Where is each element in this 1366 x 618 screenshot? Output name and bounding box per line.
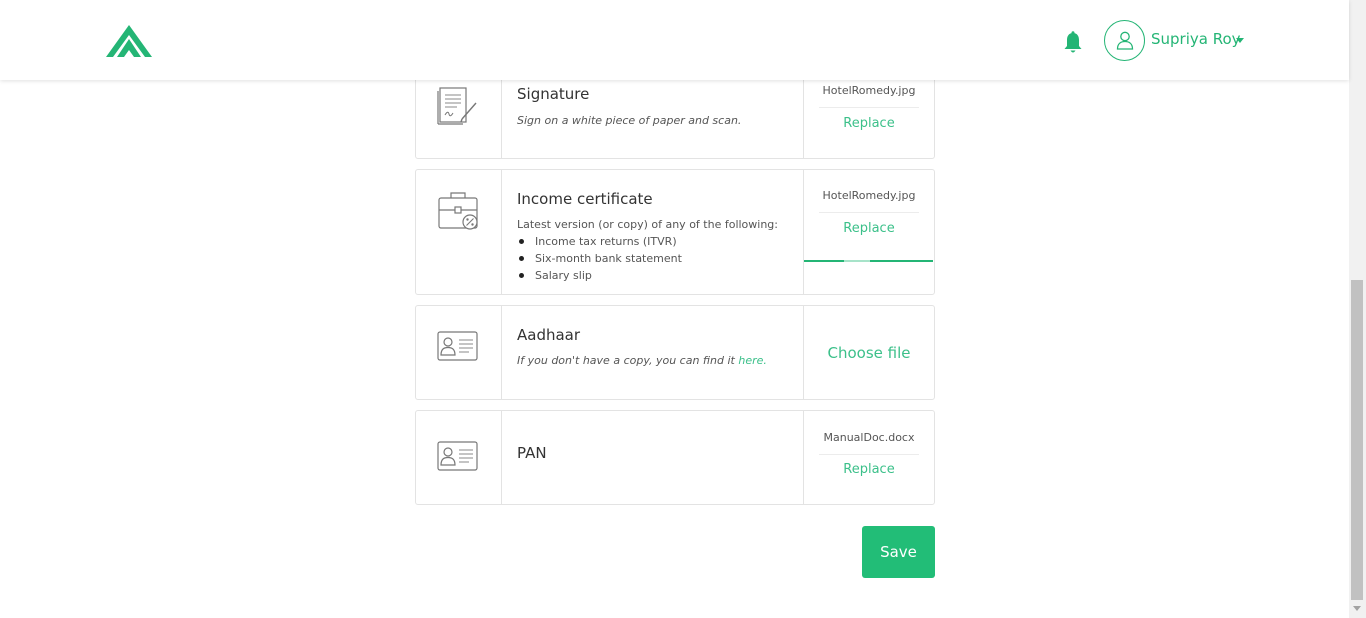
document-hint: If you don't have a copy, you can find i… [517,354,767,367]
notification-bell-icon[interactable] [1062,31,1084,55]
user-name[interactable]: Supriya Roy [1151,30,1241,48]
list-item: Six-month bank statement [517,250,682,267]
user-icon [1116,31,1134,50]
document-title: Signature [517,85,590,103]
document-requirements-list: Income tax returns (ITVR) Six-month bank… [517,233,682,284]
file-name: ManualDoc.docx [823,431,915,444]
page-scrollbar[interactable] [1349,0,1366,618]
list-item: Income tax returns (ITVR) [517,233,682,250]
document-title: Income certificate [517,190,653,208]
briefcase-percent-icon [438,192,478,230]
replace-button[interactable]: Replace [804,462,934,477]
file-name: HotelRomedy.jpg [822,84,916,97]
document-title: Aadhaar [517,326,581,344]
signature-document-icon [437,87,477,125]
save-button[interactable]: Save [862,526,935,578]
id-card-icon [437,331,478,361]
find-copy-link[interactable]: here. [738,354,767,367]
document-icon-column [416,170,502,294]
logo-icon[interactable] [106,25,152,58]
document-icon-column [416,411,502,504]
document-file-column: HotelRomedy.jpg Replace [803,170,934,294]
list-item: Salary slip [517,267,682,284]
document-file-column: Choose file [803,306,934,399]
document-hint: Sign on a white piece of paper and scan. [517,114,742,127]
file-name: HotelRomedy.jpg [822,189,916,202]
document-icon-column [416,306,502,399]
user-menu-caret-icon[interactable] [1236,38,1244,43]
scrollbar-thumb[interactable] [1351,280,1363,600]
user-avatar[interactable] [1104,20,1145,61]
replace-button[interactable]: Replace [804,221,934,236]
divider [819,107,919,108]
choose-file-button[interactable]: Choose file [804,344,934,362]
scroll-down-arrow-icon[interactable] [1353,606,1361,611]
upload-progress-highlight [844,260,870,262]
divider [819,212,919,213]
divider [819,454,919,455]
document-card-pan: PAN ManualDoc.docx Replace [415,410,935,505]
document-card-aadhaar: Aadhaar If you don't have a copy, you ca… [415,305,935,400]
document-description: Latest version (or copy) of any of the f… [517,218,778,231]
upload-progress-bar [804,260,933,262]
top-header: Supriya Roy [0,0,1349,80]
document-file-column: ManualDoc.docx Replace [803,411,934,504]
document-card-income-certificate: Income certificate Latest version (or co… [415,169,935,295]
document-hint-text: If you don't have a copy, you can find i… [517,354,739,367]
document-title: PAN [517,444,547,462]
replace-button[interactable]: Replace [804,116,934,131]
id-card-icon [437,441,478,471]
